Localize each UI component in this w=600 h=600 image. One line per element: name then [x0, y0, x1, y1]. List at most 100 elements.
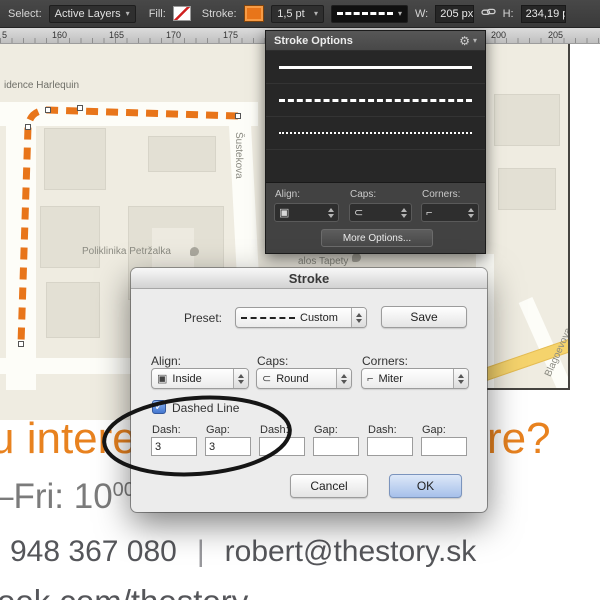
- height-input[interactable]: 234,19 p: [521, 5, 566, 23]
- dashed-line-label: Dashed Line: [172, 401, 239, 415]
- map-label-residence: idence Harlequin: [4, 80, 79, 91]
- cap-icon: ⊂: [354, 206, 363, 219]
- ruler-tick-label: 165: [109, 30, 124, 40]
- stroke-style-option-solid[interactable]: [266, 51, 485, 84]
- map-building: [46, 282, 100, 338]
- map-building: [44, 128, 106, 190]
- dropdown-arrows-icon: [336, 369, 351, 388]
- align-value: Inside: [172, 373, 201, 385]
- dropdown-arrows-icon: [328, 208, 334, 218]
- gap-label: Gap:: [422, 424, 446, 436]
- map-road: [6, 102, 36, 390]
- panel-caps-dropdown[interactable]: ⊂: [349, 203, 412, 222]
- gap-label: Gap:: [206, 424, 230, 436]
- contact-phone: 948 367 080: [10, 535, 177, 569]
- select-label: Select:: [8, 8, 42, 20]
- fill-none-swatch[interactable]: [173, 6, 191, 21]
- stroke-style-option-dotted[interactable]: [266, 117, 485, 150]
- preset-dash-preview: [241, 317, 295, 319]
- panel-menu-button[interactable]: ⚙ ▾: [459, 34, 477, 48]
- webpage-footer: ook.com/thestory: [0, 583, 248, 600]
- dropdown-arrow-icon: ▾: [473, 37, 477, 45]
- align-dropdown[interactable]: ▣ Inside: [151, 368, 249, 389]
- height-value: 234,19 p: [526, 8, 566, 20]
- link-icon[interactable]: [481, 6, 496, 21]
- width-label: W:: [415, 8, 428, 20]
- artboard-border-right: [568, 44, 570, 390]
- corners-value: Miter: [378, 373, 402, 385]
- align-label: Align:: [151, 354, 181, 368]
- solid-stroke-preview: [279, 66, 472, 69]
- ruler-tick-label: 175: [223, 30, 238, 40]
- stroke-style-list: [266, 51, 485, 183]
- contact-email: robert@thestory.sk: [225, 535, 477, 569]
- gap-input-3[interactable]: [421, 437, 467, 456]
- ruler-tick-label: 205: [548, 30, 563, 40]
- select-mode-value: Active Layers: [55, 8, 121, 20]
- preset-dropdown[interactable]: Custom: [235, 307, 367, 328]
- dash-input-2[interactable]: [259, 437, 305, 456]
- dash-label: Dash:: [152, 424, 181, 436]
- panel-align-label: Align:: [275, 189, 300, 200]
- stroke-weight-value: 1,5 pt: [277, 8, 305, 20]
- dotted-stroke-preview: [279, 132, 472, 134]
- fill-label: Fill:: [149, 8, 166, 20]
- align-icon: ▣: [279, 206, 289, 219]
- hours-text: –Fri: 10: [0, 477, 113, 516]
- dialog-title: Stroke: [131, 268, 487, 289]
- panel-align-dropdown[interactable]: ▣: [274, 203, 339, 222]
- ruler-tick-label: 170: [166, 30, 181, 40]
- panel-title: Stroke Options: [274, 35, 353, 47]
- caps-label: Caps:: [257, 354, 288, 368]
- dash-label: Dash:: [260, 424, 289, 436]
- more-options-button[interactable]: More Options...: [321, 229, 433, 247]
- width-value: 205 px: [440, 8, 473, 20]
- map-building: [40, 206, 100, 268]
- webpage-hours: –Fri: 1000: [0, 477, 135, 517]
- webpage-contact: 948 367 080 | robert@thestory.sk: [10, 535, 476, 569]
- height-label: H:: [503, 8, 514, 20]
- corners-dropdown[interactable]: ⌐ Miter: [361, 368, 469, 389]
- map-building: [148, 136, 216, 172]
- caps-dropdown[interactable]: ⊂ Round: [256, 368, 352, 389]
- gap-input-2[interactable]: [313, 437, 359, 456]
- width-input[interactable]: 205 px: [435, 5, 473, 23]
- webpage-heading-right: re?: [487, 414, 551, 464]
- stroke-color-swatch[interactable]: [244, 5, 265, 22]
- map-label-street-sustekova: Šustekova: [233, 132, 244, 179]
- map-label-tapety: alos Tapety: [298, 256, 348, 267]
- check-icon: ✓: [154, 401, 163, 413]
- save-button[interactable]: Save: [381, 306, 467, 328]
- gap-label: Gap:: [314, 424, 338, 436]
- map-pin-icon: [352, 253, 361, 262]
- dropdown-arrow-icon: ▾: [398, 10, 402, 18]
- align-inside-icon: ▣: [157, 372, 167, 385]
- dash-style-dropdown[interactable]: ▾: [331, 5, 408, 23]
- dash-input-1[interactable]: [151, 437, 197, 456]
- stroke-weight-dropdown[interactable]: 1,5 pt ▾: [271, 5, 324, 23]
- preset-label: Preset:: [184, 311, 222, 325]
- dropdown-arrow-icon: ▾: [314, 10, 318, 18]
- ok-button[interactable]: OK: [389, 474, 462, 498]
- cancel-button[interactable]: Cancel: [290, 474, 368, 498]
- panel-header: Stroke Options ⚙ ▾: [266, 31, 485, 51]
- stroke-style-option-dashed[interactable]: [266, 84, 485, 117]
- dropdown-arrows-icon: [401, 208, 407, 218]
- dashed-line-checkbox[interactable]: ✓: [152, 400, 166, 414]
- dashed-stroke-preview: [279, 99, 472, 102]
- dash-label: Dash:: [368, 424, 397, 436]
- dropdown-arrows-icon: [233, 369, 248, 388]
- gap-input-1[interactable]: [205, 437, 251, 456]
- stroke-options-panel: Stroke Options ⚙ ▾ Align: Caps: Corners:…: [265, 30, 486, 254]
- dash-input-3[interactable]: [367, 437, 413, 456]
- panel-corners-dropdown[interactable]: ⌐: [421, 203, 479, 222]
- select-mode-dropdown[interactable]: Active Layers ▾: [49, 5, 136, 23]
- webpage-heading-left: u intere: [0, 414, 137, 464]
- contact-separator: |: [197, 535, 205, 569]
- corners-label: Corners:: [362, 354, 408, 368]
- stroke-dialog: Stroke Preset: Custom Save Align: Caps: …: [131, 268, 487, 512]
- control-bar: Select: Active Layers ▾ Fill: Stroke: 1,…: [0, 0, 600, 28]
- map-pin-icon: [190, 247, 199, 256]
- ruler-tick-label: 5: [2, 30, 7, 40]
- map-building: [498, 168, 556, 210]
